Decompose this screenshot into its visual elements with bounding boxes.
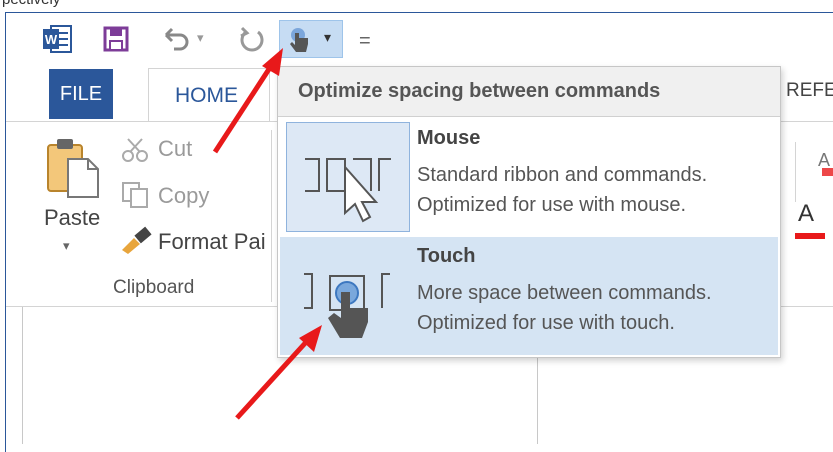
document-margin-line xyxy=(537,356,538,444)
option-mouse-title: Mouse xyxy=(417,127,481,149)
clipboard-group-label: Clipboard xyxy=(113,277,195,298)
undo-dropdown-arrow[interactable]: ▾ xyxy=(197,30,204,46)
save-icon[interactable] xyxy=(98,22,134,56)
mouse-mode-icon xyxy=(286,122,410,232)
option-mouse-desc-1: Standard ribbon and commands. xyxy=(417,164,708,186)
font-color-swatch xyxy=(795,233,825,239)
touch-mode-icon xyxy=(286,240,410,350)
customize-qat-button[interactable]: = xyxy=(359,30,371,53)
svg-text:A: A xyxy=(818,150,830,170)
copy-icon xyxy=(121,181,151,214)
clear-formatting-icon[interactable]: A xyxy=(816,148,833,185)
option-mouse-desc-2: Optimized for use with mouse. xyxy=(417,194,686,216)
touch-dropdown-arrow[interactable]: ▾ xyxy=(324,29,331,46)
font-group-divider xyxy=(795,142,796,202)
touch-mouse-mode-button[interactable]: ▾ xyxy=(279,20,343,58)
tab-references[interactable]: REFE xyxy=(786,80,833,102)
cut-button[interactable]: Cut xyxy=(158,136,192,162)
dropdown-header: Optimize spacing between commands xyxy=(278,67,780,117)
paste-dropdown-arrow[interactable]: ▾ xyxy=(63,238,70,254)
redo-icon[interactable] xyxy=(232,22,272,56)
paste-icon[interactable] xyxy=(44,135,102,204)
format-painter-button[interactable]: Format Pai xyxy=(158,229,266,255)
touch-mode-dropdown: Optimize spacing between commands Mouse … xyxy=(277,66,781,358)
paste-button[interactable]: Paste xyxy=(44,205,100,231)
scissors-icon xyxy=(120,137,152,168)
svg-text:W: W xyxy=(45,32,58,47)
copy-button[interactable]: Copy xyxy=(158,183,209,209)
cropped-text-fragment: pectively xyxy=(2,0,60,8)
option-mouse[interactable]: Mouse Standard ribbon and commands. Opti… xyxy=(280,119,778,237)
option-touch-desc-2: Optimized for use with touch. xyxy=(417,312,675,334)
word-app-icon[interactable]: W xyxy=(37,22,77,56)
tab-file[interactable]: FILE xyxy=(49,69,113,119)
option-touch[interactable]: Touch More space between commands. Optim… xyxy=(280,237,778,355)
tab-home[interactable]: HOME xyxy=(148,68,270,122)
format-painter-icon xyxy=(120,226,154,259)
document-left-edge xyxy=(22,307,23,444)
group-divider xyxy=(271,130,272,302)
font-color-button[interactable]: A xyxy=(798,200,814,228)
option-touch-title: Touch xyxy=(417,245,476,267)
undo-icon[interactable] xyxy=(155,22,195,56)
option-touch-desc-1: More space between commands. xyxy=(417,282,712,304)
hand-pointer-icon xyxy=(290,28,308,52)
